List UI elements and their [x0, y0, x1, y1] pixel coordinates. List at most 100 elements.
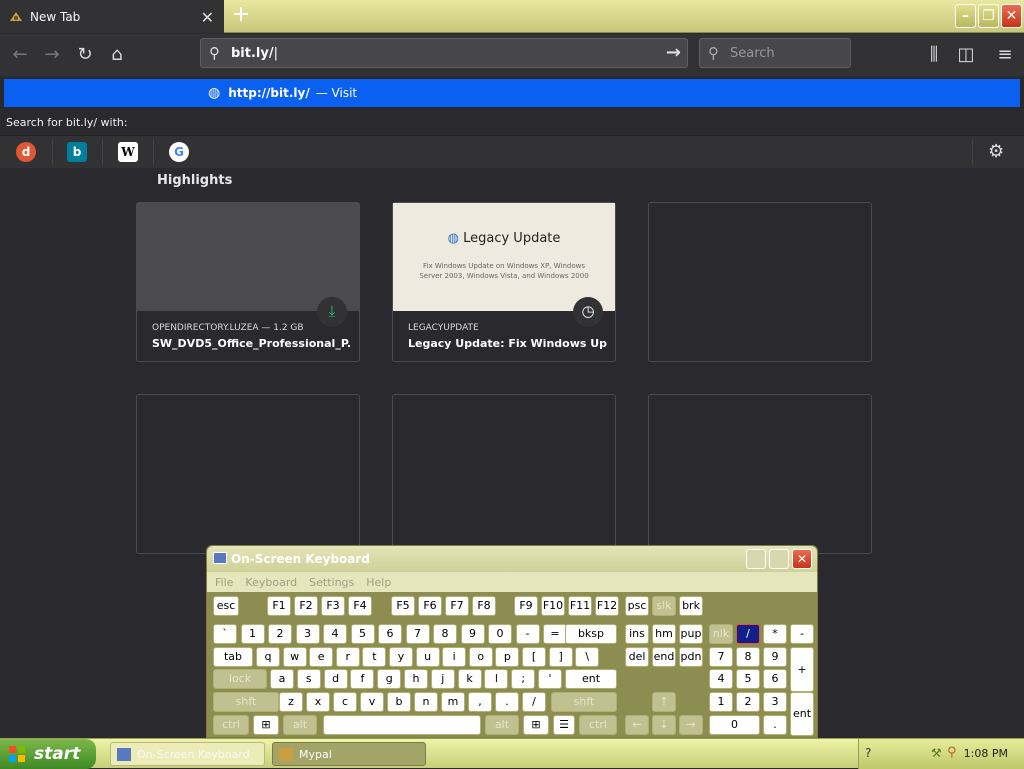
key-/[interactable]: /	[736, 624, 760, 644]
key-q[interactable]: q	[256, 647, 280, 667]
key-\[interactable]: \	[575, 647, 600, 667]
key-y[interactable]: y	[389, 647, 413, 667]
start-button[interactable]: start	[0, 739, 96, 769]
key-F8[interactable]: F8	[472, 596, 496, 616]
key-esc[interactable]: esc	[213, 596, 239, 616]
key-hm[interactable]: hm	[652, 624, 676, 644]
suggestion-row[interactable]: ◍ http://bit.ly/ — Visit	[4, 79, 1020, 107]
gear-icon[interactable]: ⚙	[988, 141, 1004, 162]
key-p[interactable]: p	[495, 647, 520, 667]
key-nlk[interactable]: nlk	[709, 624, 733, 644]
key-F11[interactable]: F11	[568, 596, 592, 616]
key-F4[interactable]: F4	[348, 596, 372, 616]
key-l[interactable]: l	[484, 669, 509, 689]
highlight-card[interactable]: ⤓ OPENDIRECTORY.LUZEA — 1.2 GB SW_DVD5_O…	[136, 202, 360, 362]
key-ctrl[interactable]: ctrl	[213, 715, 249, 735]
key-h[interactable]: h	[404, 669, 428, 689]
close-tab-icon[interactable]: ✕	[201, 8, 214, 27]
key-x[interactable]: x	[306, 692, 330, 712]
key-F3[interactable]: F3	[321, 596, 345, 616]
key-0[interactable]: 0	[709, 715, 760, 735]
reload-icon[interactable]: ↻	[73, 43, 97, 67]
key-↓[interactable]: ↓	[652, 715, 676, 735]
key-e[interactable]: e	[309, 647, 334, 667]
key-c[interactable]: c	[333, 692, 357, 712]
key-brk[interactable]: brk	[679, 596, 703, 616]
key-'[interactable]: '	[538, 669, 562, 689]
url-input[interactable]: bit.ly/	[231, 46, 274, 61]
key-/[interactable]: /	[522, 692, 546, 712]
key-o[interactable]: o	[468, 647, 493, 667]
key-*[interactable]: *	[763, 624, 787, 644]
key-m[interactable]: m	[441, 692, 465, 712]
key-2[interactable]: 2	[268, 624, 292, 644]
key-5[interactable]: 5	[350, 624, 375, 644]
close-window-button[interactable]: ✕	[1001, 4, 1022, 28]
key-5[interactable]: 5	[736, 669, 760, 689]
key-8[interactable]: 8	[736, 647, 760, 667]
key-.[interactable]: .	[763, 715, 787, 735]
key-bksp[interactable]: bksp	[565, 624, 617, 644]
highlight-card[interactable]: ◍ Legacy Update Fix Windows Update on Wi…	[392, 202, 616, 362]
key-tab[interactable]: tab	[213, 647, 253, 667]
bing-icon[interactable]: b	[67, 142, 87, 162]
osk-minimize-button[interactable]	[746, 549, 766, 569]
help-icon[interactable]: ?	[865, 746, 871, 760]
key-w[interactable]: w	[282, 647, 307, 667]
key-lock[interactable]: lock	[213, 669, 267, 689]
key-s[interactable]: s	[296, 669, 321, 689]
key-.[interactable]: .	[495, 692, 519, 712]
key-ent[interactable]: ent	[565, 669, 617, 689]
key-`[interactable]: `	[213, 624, 237, 644]
key-1[interactable]: 1	[240, 624, 265, 644]
task-on-screen-keyboard[interactable]: On-Screen Keyboard	[110, 742, 265, 766]
key-↑[interactable]: ↑	[652, 692, 676, 712]
task-mypal[interactable]: Mypal	[272, 742, 426, 766]
maximize-button[interactable]: ❐	[978, 4, 999, 28]
key-F1[interactable]: F1	[267, 596, 291, 616]
key-i[interactable]: i	[442, 647, 467, 667]
key-j[interactable]: j	[430, 669, 455, 689]
key-=[interactable]: =	[543, 624, 567, 644]
menu-keyboard[interactable]: Keyboard	[245, 576, 297, 589]
key-7[interactable]: 7	[709, 647, 733, 667]
key-⊞[interactable]: ⊞	[253, 715, 279, 735]
url-bar[interactable]: ⚲ bit.ly/| →	[200, 38, 688, 68]
sidebar-icon[interactable]: ◫	[954, 43, 978, 67]
key-pup[interactable]: pup	[679, 624, 703, 644]
key-z[interactable]: z	[279, 692, 303, 712]
key-slk[interactable]: slk	[652, 596, 676, 616]
key-u[interactable]: u	[415, 647, 440, 667]
minimize-button[interactable]: –	[955, 4, 976, 28]
key-F5[interactable]: F5	[391, 596, 415, 616]
magnifier-icon[interactable]: ⚲	[947, 745, 957, 760]
new-tab-button[interactable]: +	[228, 3, 254, 29]
key-3[interactable]: 3	[295, 624, 320, 644]
key-alt[interactable]: alt	[485, 715, 519, 735]
key-4[interactable]: 4	[323, 624, 347, 644]
osk-close-button[interactable]: ✕	[792, 549, 812, 569]
key-d[interactable]: d	[323, 669, 348, 689]
key-1[interactable]: 1	[709, 692, 733, 712]
key-☰[interactable]: ☰	[553, 715, 575, 735]
key-k[interactable]: k	[457, 669, 482, 689]
search-box[interactable]: ⚲ Search	[699, 38, 851, 68]
key-ins[interactable]: ins	[625, 624, 649, 644]
key-b[interactable]: b	[387, 692, 411, 712]
osk-title-bar[interactable]: On-Screen Keyboard ✕	[207, 546, 817, 572]
key-7[interactable]: 7	[405, 624, 430, 644]
key-4[interactable]: 4	[709, 669, 733, 689]
key-F9[interactable]: F9	[514, 596, 538, 616]
wikipedia-icon[interactable]: W	[118, 142, 138, 162]
key-alt[interactable]: alt	[283, 715, 317, 735]
go-arrow-icon[interactable]: →	[666, 42, 681, 63]
key-+[interactable]: +	[790, 647, 814, 692]
menu-help[interactable]: Help	[366, 576, 391, 589]
network-icon[interactable]: ⚒	[931, 746, 942, 760]
key-9[interactable]: 9	[763, 647, 787, 667]
key-r[interactable]: r	[335, 647, 360, 667]
menu-file[interactable]: File	[215, 576, 233, 589]
key-F6[interactable]: F6	[418, 596, 442, 616]
key-][interactable]: ]	[548, 647, 573, 667]
duckduckgo-icon[interactable]: d	[16, 142, 36, 162]
